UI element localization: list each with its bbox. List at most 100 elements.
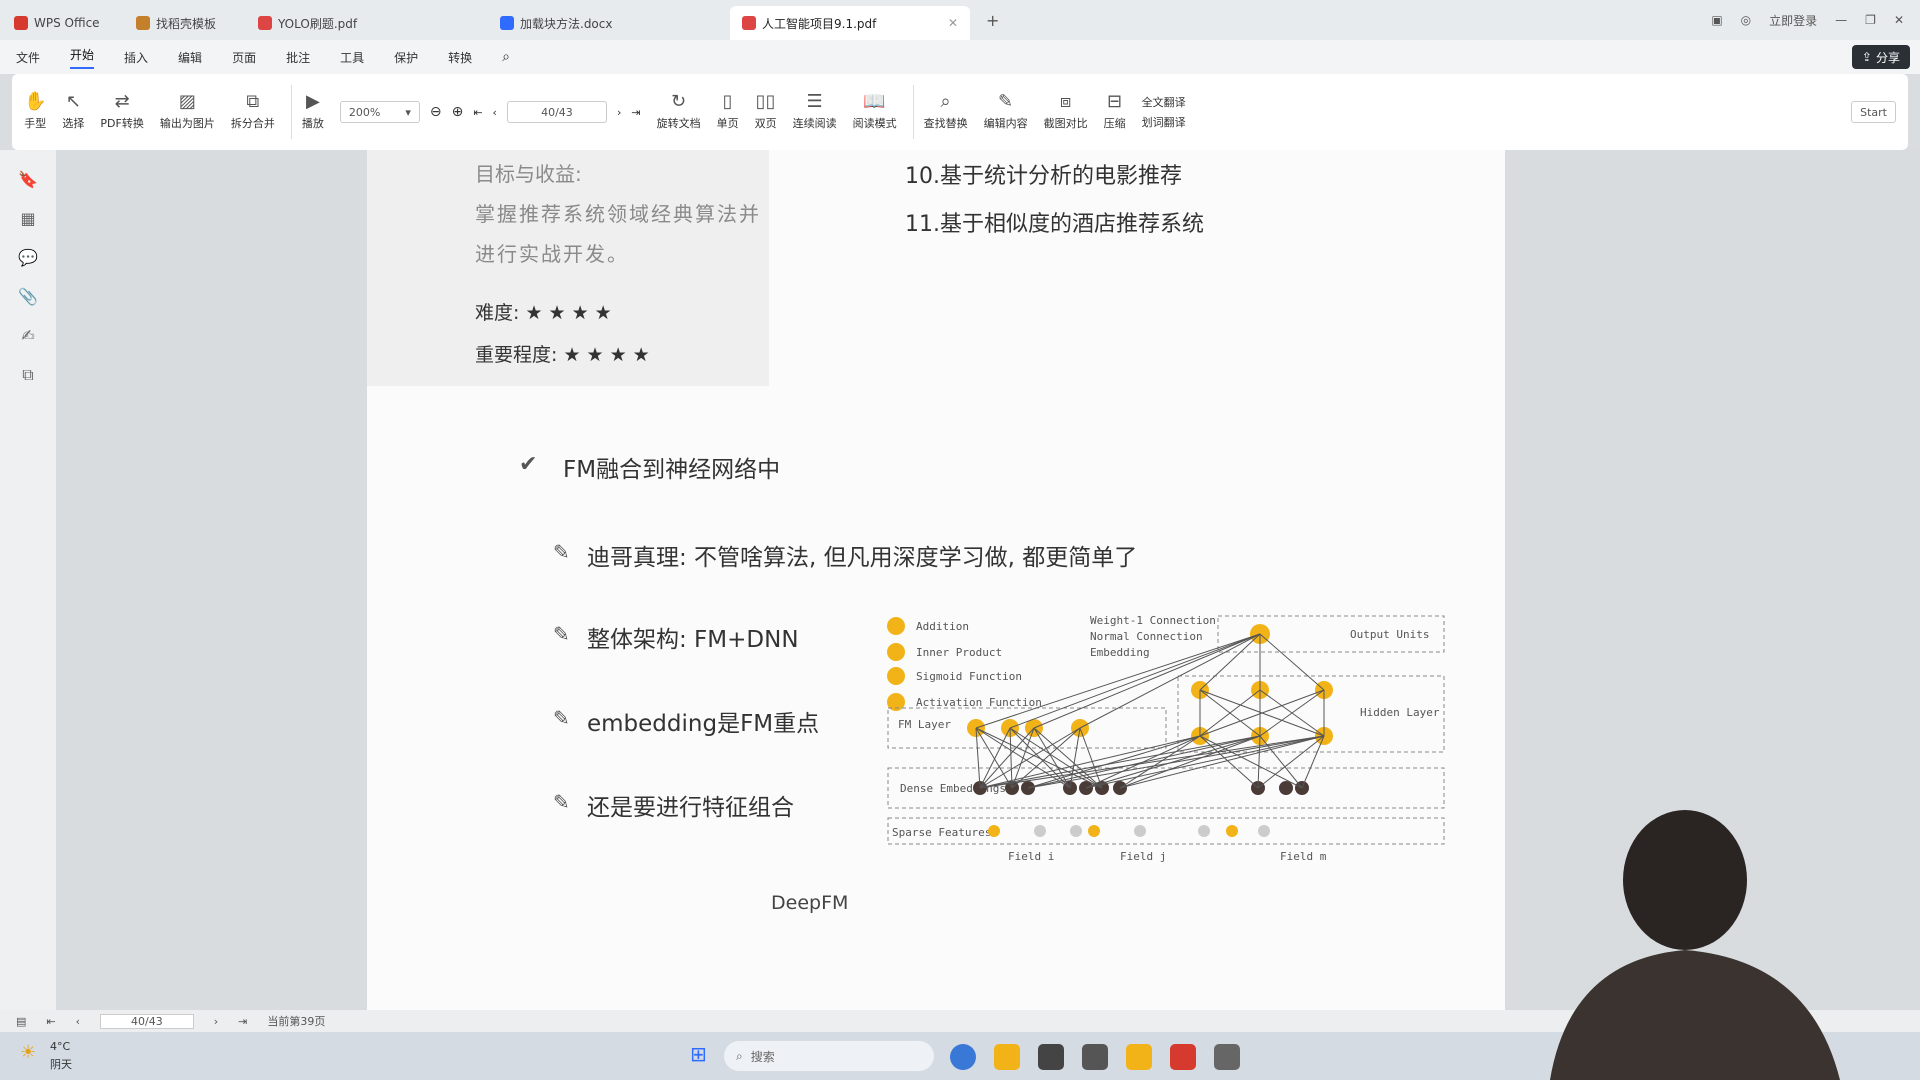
prev-page-icon[interactable]: ‹ xyxy=(493,106,497,119)
sparse-node xyxy=(1226,825,1238,837)
start-icon[interactable]: ⊞ xyxy=(690,1042,707,1066)
layout-icon[interactable]: ▣ xyxy=(1711,13,1722,27)
full-translate-button[interactable]: 全文翻译 xyxy=(1142,94,1186,110)
conn-weight: Weight-1 Connection xyxy=(1090,614,1216,627)
reading-label: 阅读模式 xyxy=(852,117,897,130)
pencil-icon: ✎ xyxy=(553,706,570,730)
taskbar-search[interactable]: ⌕ 搜索 xyxy=(724,1041,934,1071)
attachment-icon[interactable]: 📎 xyxy=(18,287,38,306)
menu-page[interactable]: 页面 xyxy=(232,49,256,66)
edit-icon: ✎ xyxy=(998,91,1014,112)
menu-file[interactable]: 文件 xyxy=(16,49,40,66)
menu-protect[interactable]: 保护 xyxy=(394,49,418,66)
first-page-icon[interactable]: ⇤ xyxy=(473,106,482,119)
play-label: 播放 xyxy=(301,117,324,130)
rotate-button[interactable]: ↻ 旋转文档 xyxy=(657,93,701,131)
compare-icon: ⧈ xyxy=(1059,91,1072,112)
sparse-node xyxy=(1034,825,1046,837)
browser-icon[interactable] xyxy=(950,1044,976,1070)
login-link[interactable]: 立即登录 xyxy=(1769,12,1817,29)
close-tab-icon[interactable]: ✕ xyxy=(948,16,958,30)
tab-wps-office[interactable]: WPS Office xyxy=(2,6,122,40)
pdf-convert-button[interactable]: ⇄ PDF转换 xyxy=(100,93,143,131)
first-page-icon[interactable]: ⇤ xyxy=(46,1015,55,1028)
app-icon[interactable] xyxy=(1038,1044,1064,1070)
select-tool-button[interactable]: ↖ 选择 xyxy=(62,93,84,131)
restore-icon[interactable]: ❐ xyxy=(1865,13,1876,27)
play-button[interactable]: ▶ 播放 xyxy=(302,93,324,131)
weather-icon[interactable]: ☀ xyxy=(20,1042,36,1063)
double-page-button[interactable]: ▯▯ 双页 xyxy=(755,93,777,131)
wps-taskbar-icon[interactable] xyxy=(1170,1044,1196,1070)
legend-sigmoid: Sigmoid Function xyxy=(916,670,1022,683)
zoom-out-icon[interactable]: ⊖ xyxy=(430,104,442,120)
translate-button[interactable]: 划词翻译 xyxy=(1142,114,1186,130)
diagram-edges xyxy=(975,633,1325,789)
minimize-icon[interactable]: — xyxy=(1835,13,1847,27)
tab-ai-project-pdf[interactable]: 人工智能项目9.1.pdf ✕ xyxy=(730,6,970,40)
left-sidebar: 🔖 ▦ 💬 📎 ✍ ⧉ xyxy=(0,150,56,1010)
translate-group: 全文翻译 划词翻译 xyxy=(1142,94,1186,130)
compress-button[interactable]: ⊟ 压缩 xyxy=(1104,93,1126,131)
prev-page-icon[interactable]: ‹ xyxy=(76,1015,80,1028)
menu-tools[interactable]: 工具 xyxy=(340,49,364,66)
continuous-button[interactable]: ☰ 连续阅读 xyxy=(793,93,837,131)
page-input[interactable]: 40/43 xyxy=(506,101,607,123)
hidden-label: Hidden Layer xyxy=(1360,706,1440,719)
menu-convert[interactable]: 转换 xyxy=(448,49,472,66)
single-page-button[interactable]: ▯ 单页 xyxy=(717,93,739,131)
start-label: Start xyxy=(1860,105,1887,119)
menu-insert[interactable]: 插入 xyxy=(124,49,148,66)
layers-icon[interactable]: ⧉ xyxy=(22,365,33,385)
new-tab-icon[interactable]: + xyxy=(986,11,999,30)
notes-icon[interactable] xyxy=(1126,1044,1152,1070)
split-merge-label: 拆分合并 xyxy=(230,117,275,130)
last-page-icon[interactable]: ⇥ xyxy=(238,1015,247,1028)
tool-icon[interactable] xyxy=(1214,1044,1240,1070)
edit-content-button[interactable]: ✎ 编辑内容 xyxy=(984,93,1028,131)
next-page-icon[interactable]: › xyxy=(214,1015,218,1028)
double-page-icon: ▯▯ xyxy=(755,91,776,112)
find-replace-button[interactable]: ⌕ 查找替换 xyxy=(924,93,968,131)
start-box: Start xyxy=(1851,101,1896,123)
reading-mode-button[interactable]: 📖 阅读模式 xyxy=(853,93,897,131)
sparse-node xyxy=(1134,825,1146,837)
sidebar-toggle-icon[interactable]: ▤ xyxy=(16,1015,26,1028)
tab-templates[interactable]: 找稻壳模板 xyxy=(124,6,244,40)
status-text: 当前第39页 xyxy=(267,1015,326,1028)
dense-hidden-edge xyxy=(1257,735,1325,789)
tab-label: 找稻壳模板 xyxy=(156,16,217,31)
sparse-node xyxy=(1070,825,1082,837)
search-icon[interactable]: ⌕ xyxy=(502,49,510,65)
hand-tool-button[interactable]: ✋ 手型 xyxy=(24,93,46,131)
zoom-select[interactable]: 200% ▾ xyxy=(339,101,420,123)
start-button[interactable]: Start xyxy=(1851,101,1896,123)
last-page-icon[interactable]: ⇥ xyxy=(631,106,640,119)
legend-inner-product: Inner Product xyxy=(916,646,1002,659)
split-merge-button[interactable]: ⧉ 拆分合并 xyxy=(231,93,275,131)
compare-button[interactable]: ⧈ 截图对比 xyxy=(1044,93,1088,131)
comment-icon[interactable]: 💬 xyxy=(18,248,38,267)
inner-product-legend-node xyxy=(887,643,905,661)
tab-yolo-pdf[interactable]: YOLO刷题.pdf xyxy=(246,6,486,40)
close-window-icon[interactable]: ✕ xyxy=(1894,13,1904,27)
thumbnail-icon[interactable]: ▦ xyxy=(20,209,35,228)
menu-comment[interactable]: 批注 xyxy=(286,49,310,66)
app2-icon[interactable] xyxy=(1082,1044,1108,1070)
tab-docx[interactable]: 加载块方法.docx xyxy=(488,6,728,40)
zoom-in-icon[interactable]: ⊕ xyxy=(452,104,464,120)
next-page-icon[interactable]: › xyxy=(617,106,621,119)
signature-icon[interactable]: ✍ xyxy=(21,326,34,345)
status-page[interactable]: 40/43 xyxy=(100,1013,194,1029)
menu-home[interactable]: 开始 xyxy=(70,46,95,69)
bullet-3: embedding是FM重点 xyxy=(587,711,820,737)
export-image-button[interactable]: ▨ 输出为图片 xyxy=(160,93,215,131)
menu-edit[interactable]: 编辑 xyxy=(178,49,202,66)
folder-icon[interactable] xyxy=(994,1044,1020,1070)
share-button[interactable]: ⇪ 分享 xyxy=(1851,45,1910,69)
bookmark-icon[interactable]: 🔖 xyxy=(18,170,38,189)
conn-embedding: Embedding xyxy=(1090,646,1150,659)
skin-icon[interactable]: ◎ xyxy=(1741,13,1751,27)
convert-icon: ⇄ xyxy=(114,91,130,112)
difficulty: 难度: ★ ★ ★ ★ xyxy=(475,302,612,324)
